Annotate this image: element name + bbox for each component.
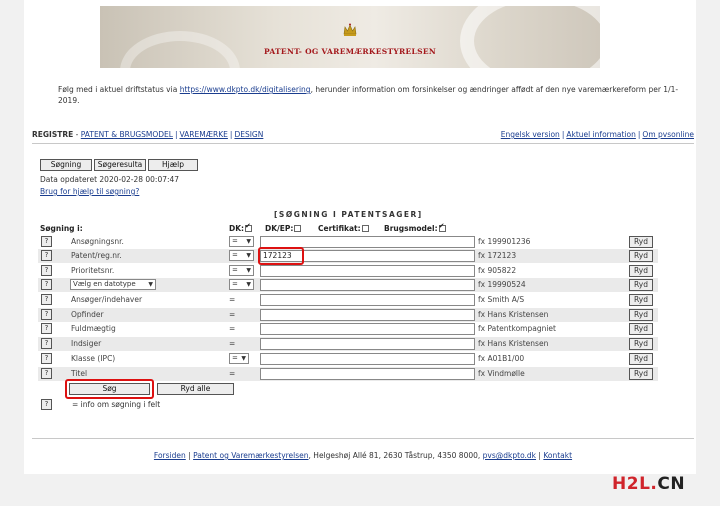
clear-button[interactable]: Ryd (629, 279, 653, 291)
nav-aktuel-information[interactable]: Aktuel information (566, 130, 636, 139)
help-icon[interactable]: ? (41, 353, 52, 364)
crown-icon (343, 23, 357, 36)
info-footnote: = info om søgning i felt (72, 400, 161, 409)
form-title: [SØGNING I PATENTSAGER] (274, 210, 423, 219)
footer-home-link[interactable]: Forsiden (154, 451, 186, 460)
data-updated: Data opdateret 2020-02-28 00:07:47 (40, 175, 180, 184)
nav-registre: REGISTRE (32, 130, 74, 139)
clear-button[interactable]: Ryd (629, 338, 653, 350)
operator-select[interactable]: = ▼ (229, 279, 254, 290)
operator-select[interactable]: = ▼ (229, 265, 254, 276)
row-ansoegningsnr: ? Ansøgningsnr. = ▼ fx 199901236 Ryd (38, 235, 658, 249)
digitalisering-link[interactable]: https://www.dkpto.dk/digitalisering (180, 85, 311, 94)
nav-patent-brugsmodel[interactable]: PATENT & BRUGSMODEL (81, 130, 173, 139)
row-ansoeger: ? Ansøger/indehaver = fx Smith A/S Ryd (38, 293, 658, 307)
highlight-patent-number (258, 247, 304, 265)
operator-select[interactable]: = ▼ (229, 250, 254, 261)
header-banner: PATENT- OG VAREMÆRKESTYRELSEN (100, 6, 600, 68)
help-icon[interactable]: ? (41, 250, 52, 261)
dkep-filter: DK/EP: (265, 224, 302, 233)
dkep-checkbox[interactable] (294, 224, 302, 232)
row-prioritetsnr: ? Prioritetsnr. = ▼ fx 905822 Ryd (38, 264, 658, 278)
footer-email-link[interactable]: pvs@dkpto.dk (483, 451, 536, 460)
nav-om-pvsonline[interactable]: Om pvsonline (642, 130, 694, 139)
dk-filter: DK: (229, 222, 253, 233)
certifikat-filter: Certifikat: (318, 224, 369, 233)
help-icon[interactable]: ? (41, 338, 52, 349)
certifikat-checkbox[interactable] (361, 224, 369, 232)
nav-design[interactable]: DESIGN (234, 130, 263, 139)
prioritetsnr-input[interactable] (260, 265, 475, 277)
help-icon[interactable]: ? (41, 279, 52, 290)
opfinder-input[interactable] (260, 309, 475, 321)
titel-input[interactable] (260, 368, 475, 380)
row-datotype: ? Vælg en datotype ▼ = ▼ fx 19990524 Ryd (38, 278, 658, 292)
watermark-logo: H2L.CN (612, 474, 686, 494)
row-indsiger: ? Indsiger = fx Hans Kristensen Ryd (38, 337, 658, 351)
date-input[interactable] (260, 279, 475, 291)
clear-button[interactable]: Ryd (629, 236, 653, 248)
klasse-ipc-input[interactable] (260, 353, 475, 365)
clear-button[interactable]: Ryd (629, 294, 653, 306)
nav-english-version[interactable]: Engelsk version (501, 130, 560, 139)
divider (32, 143, 694, 144)
fuldmaegtig-input[interactable] (260, 323, 475, 335)
footer-org-link[interactable]: Patent og Varemærkestyrelsen (193, 451, 308, 460)
help-icon[interactable]: ? (41, 236, 52, 247)
results-tab-button[interactable]: Søgeresulta (94, 159, 146, 171)
indsiger-input[interactable] (260, 338, 475, 350)
help-icon[interactable]: ? (41, 368, 52, 379)
search-in-label: Søgning i: (40, 224, 83, 233)
row-opfinder: ? Opfinder = fx Hans Kristensen Ryd (38, 308, 658, 322)
footer-divider (32, 438, 694, 439)
brugsmodel-filter: Brugsmodel: (384, 222, 446, 233)
row-klasse-ipc: ? Klasse (IPC) = ▼ fx A01B1/00 Ryd (38, 352, 658, 366)
row-fuldmaegtig: ? Fuldmægtig = fx Patentkompagniet Ryd (38, 322, 658, 336)
nav-bar: REGISTRE - PATENT & BRUGSMODEL | VAREMÆRKE… (32, 130, 694, 139)
info-icon: ? (41, 399, 52, 410)
clear-button[interactable]: Ryd (629, 250, 653, 262)
help-link[interactable]: Brug for hjælp til søgning? (40, 187, 139, 196)
date-type-select[interactable]: Vælg en datotype ▼ (70, 279, 156, 290)
clear-button[interactable]: Ryd (629, 353, 653, 365)
clear-button[interactable]: Ryd (629, 368, 653, 380)
help-icon[interactable]: ? (41, 265, 52, 276)
help-icon[interactable]: ? (41, 323, 52, 334)
status-notice: Følg med i aktuel driftstatus via https:… (58, 85, 679, 105)
help-tab-button[interactable]: Hjælp (148, 159, 198, 171)
clear-all-button[interactable]: Ryd alle (157, 383, 234, 395)
nav-varemaerke[interactable]: VAREMÆRKE (180, 130, 228, 139)
ansoeger-input[interactable] (260, 294, 475, 306)
highlight-search-button (65, 379, 154, 399)
row-patent-reg-nr: ? Patent/reg.nr. = ▼ 172123 fx 172123 Ryd (38, 249, 658, 263)
operator-select[interactable]: = ▼ (229, 353, 249, 364)
brugsmodel-checkbox[interactable] (438, 222, 446, 232)
clear-button[interactable]: Ryd (629, 265, 653, 277)
search-tab-button[interactable]: Søgning (40, 159, 92, 171)
operator-select[interactable]: = ▼ (229, 236, 254, 247)
dk-checkbox[interactable] (245, 222, 253, 232)
help-icon[interactable]: ? (41, 294, 52, 305)
footer-contact-link[interactable]: Kontakt (543, 451, 572, 460)
clear-button[interactable]: Ryd (629, 309, 653, 321)
clear-button[interactable]: Ryd (629, 323, 653, 335)
org-name: PATENT- OG VAREMÆRKESTYRELSEN (263, 47, 437, 56)
footer: Forsiden | Patent og Varemærkestyrelsen,… (153, 451, 573, 460)
help-icon[interactable]: ? (41, 309, 52, 320)
